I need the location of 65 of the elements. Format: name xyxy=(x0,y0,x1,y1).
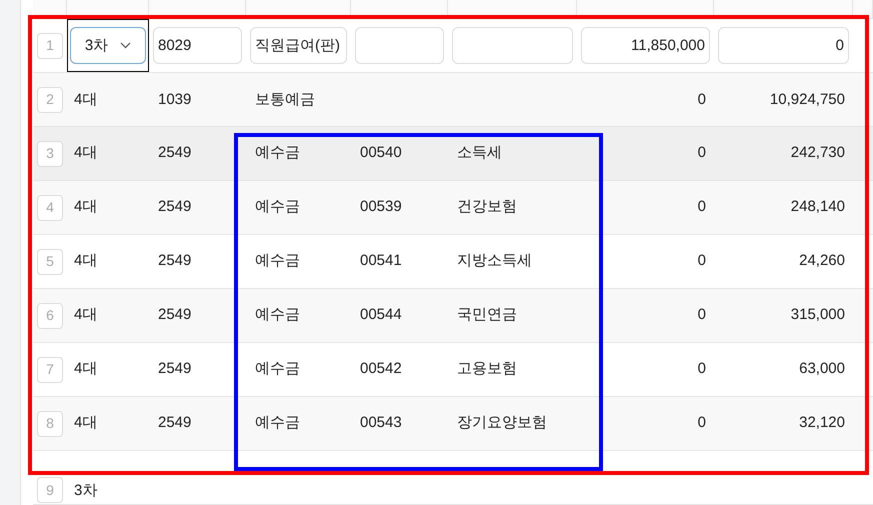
row-number: 5 xyxy=(37,248,63,275)
table-cell-text: 4대 xyxy=(73,251,98,272)
table-cell-text: 예수금 xyxy=(254,359,301,380)
table-cell-text: 0 xyxy=(696,90,707,110)
table-cell-text: 2549 xyxy=(157,413,192,434)
row-number: 9 xyxy=(37,477,63,504)
table-cell-text: 2549 xyxy=(157,305,192,326)
table-cell-text: 장기요양보험 xyxy=(456,413,548,434)
table-cell-text: 4대 xyxy=(73,305,98,326)
row-number: 8 xyxy=(37,410,63,437)
table-cell-text: 고용보험 xyxy=(456,359,518,380)
row-number: 1 xyxy=(37,32,63,59)
row-number: 2 xyxy=(37,86,63,113)
row-number: 4 xyxy=(37,194,63,221)
table-cell-text: 00540 xyxy=(359,143,403,164)
row-number: 3 xyxy=(37,140,63,167)
table-cell-text: 0 xyxy=(696,143,707,164)
table-cell-text: 1039 xyxy=(157,90,192,110)
table-cell-text: 2549 xyxy=(157,359,192,380)
table-cell-text: 00539 xyxy=(359,197,403,218)
cell-input[interactable]: 11,850,000 xyxy=(581,27,710,64)
table-cell-text: 건강보험 xyxy=(456,197,518,218)
table-cell-text: 315,000 xyxy=(790,305,846,326)
table-cell-text: 32,120 xyxy=(798,413,846,434)
table-cell-text: 4대 xyxy=(73,359,98,380)
table-cell-text: 00542 xyxy=(359,359,403,380)
table-cell-text: 소득세 xyxy=(456,143,503,164)
table-cell-text: 3차 xyxy=(73,480,98,501)
table-cell-text: 국민연금 xyxy=(456,305,518,326)
type-dropdown[interactable]: 3차 xyxy=(70,27,146,64)
table-cell-text: 0 xyxy=(696,359,707,380)
table-cell-text: 2549 xyxy=(157,143,192,164)
table-cell-text: 4대 xyxy=(73,197,98,218)
chevron-down-icon xyxy=(120,42,132,50)
table-cell-text: 예수금 xyxy=(254,251,301,272)
cell-input[interactable]: 0 xyxy=(718,27,849,64)
cell-input[interactable]: 직원급여(판) xyxy=(250,27,347,64)
table-cell-text: 4대 xyxy=(73,90,98,110)
table-cell-text: 10,924,750 xyxy=(768,90,846,110)
table-cell-text: 예수금 xyxy=(254,413,301,434)
table-cell-text: 예수금 xyxy=(254,143,301,164)
row-number: 6 xyxy=(37,302,63,329)
cell-input[interactable]: 8029 xyxy=(153,27,242,64)
table-cell-text: 4대 xyxy=(73,143,98,164)
cell-input[interactable] xyxy=(452,27,573,64)
table-cell-text: 지방소득세 xyxy=(456,251,533,272)
table-cell-text: 248,140 xyxy=(790,197,846,218)
table-cell-text: 2549 xyxy=(157,251,192,272)
table-cell-text: 0 xyxy=(696,251,707,272)
table-cell-text: 00541 xyxy=(359,251,403,272)
table-cell-text: 00543 xyxy=(359,413,403,434)
table-cell-text: 예수금 xyxy=(254,305,301,326)
table-cell-text: 예수금 xyxy=(254,197,301,218)
table-cell-text: 63,000 xyxy=(798,359,846,380)
table-cell-text: 0 xyxy=(696,413,707,434)
table-cell-text: 0 xyxy=(696,305,707,326)
table-cell-text: 0 xyxy=(696,197,707,218)
table-cell-text: 00544 xyxy=(359,305,403,326)
table-cell-text: 2549 xyxy=(157,197,192,218)
table-cell-text: 24,260 xyxy=(798,251,846,272)
table-cell-text: 4대 xyxy=(73,413,98,434)
table-cell-text: 242,730 xyxy=(790,143,846,164)
table-cell-text: 보통예금 xyxy=(254,90,316,110)
cell-input[interactable] xyxy=(355,27,444,64)
row-number: 7 xyxy=(37,356,63,383)
